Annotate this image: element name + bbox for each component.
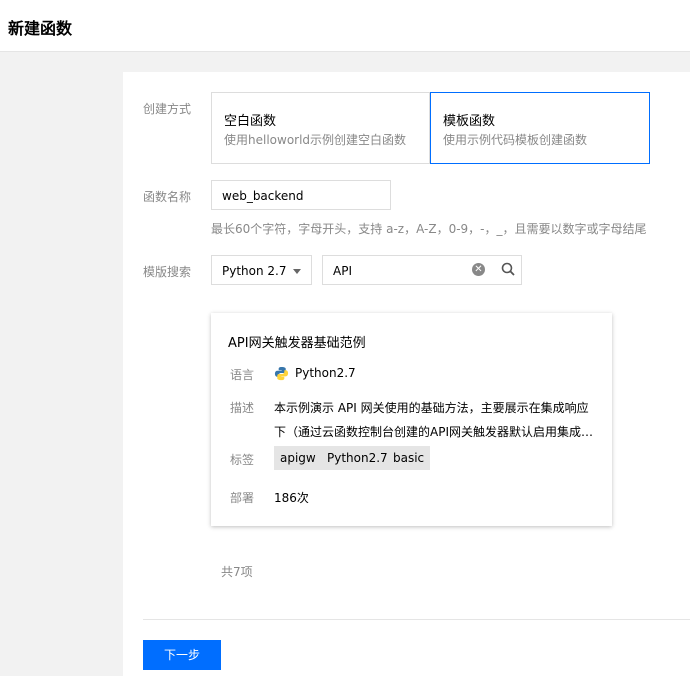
template-title: API网关触发器基础范例 xyxy=(228,336,366,351)
desc-line-2: 下（通过云函数控制台创建的API网关触发器默认启用集成… xyxy=(274,425,593,439)
divider xyxy=(143,619,690,620)
tags-label: 标签 xyxy=(230,453,255,467)
tag-badge: apigw xyxy=(274,446,322,470)
search-icon[interactable] xyxy=(501,262,515,276)
option-title: 模板函数 xyxy=(443,114,496,129)
function-name-input[interactable]: web_backend xyxy=(211,180,391,210)
function-name-label: 函数名称 xyxy=(143,190,192,204)
clear-icon[interactable]: ✕ xyxy=(472,263,485,276)
option-desc: 使用示例代码模板创建函数 xyxy=(443,133,588,147)
option-template-function[interactable]: 模板函数 使用示例代码模板创建函数 xyxy=(430,92,650,164)
python-icon xyxy=(274,366,289,381)
tag-badge: Python2.7 xyxy=(321,446,394,470)
template-search-label: 模版搜索 xyxy=(143,265,192,279)
runtime-value: Python 2.7 xyxy=(222,264,287,278)
function-name-hint: 最长60个字符，字母开头，支持 a-z，A-Z，0-9，-，_，且需要以数字或字… xyxy=(211,222,647,236)
deploy-count: 186次 xyxy=(274,491,309,505)
language-label: 语言 xyxy=(230,368,255,382)
option-title: 空白函数 xyxy=(224,114,277,129)
total-count: 共7项 xyxy=(221,565,253,579)
desc-line-1: 本示例演示 API 网关使用的基础方法，主要展示在集成响应 xyxy=(274,401,589,415)
page-header: 新建函数 xyxy=(0,0,690,52)
create-method-label: 创建方式 xyxy=(143,102,192,116)
page-title: 新建函数 xyxy=(8,19,73,38)
deploy-label: 部署 xyxy=(230,491,255,505)
option-desc: 使用helloworld示例创建空白函数 xyxy=(224,133,407,147)
language-value: Python2.7 xyxy=(295,366,356,380)
search-value: API xyxy=(333,264,352,278)
next-button[interactable]: 下一步 xyxy=(143,640,221,670)
runtime-select[interactable]: Python 2.7 xyxy=(211,255,312,285)
chevron-down-icon xyxy=(293,269,301,274)
option-blank-function[interactable]: 空白函数 使用helloworld示例创建空白函数 xyxy=(211,92,430,164)
template-card[interactable]: API网关触发器基础范例 语言 Python2.7 描述 本示例演示 API 网… xyxy=(211,313,612,526)
tag-badge: basic xyxy=(387,446,431,470)
template-search-input[interactable]: API ✕ xyxy=(322,255,522,285)
function-name-value: web_backend xyxy=(222,189,304,203)
desc-label: 描述 xyxy=(230,401,255,415)
